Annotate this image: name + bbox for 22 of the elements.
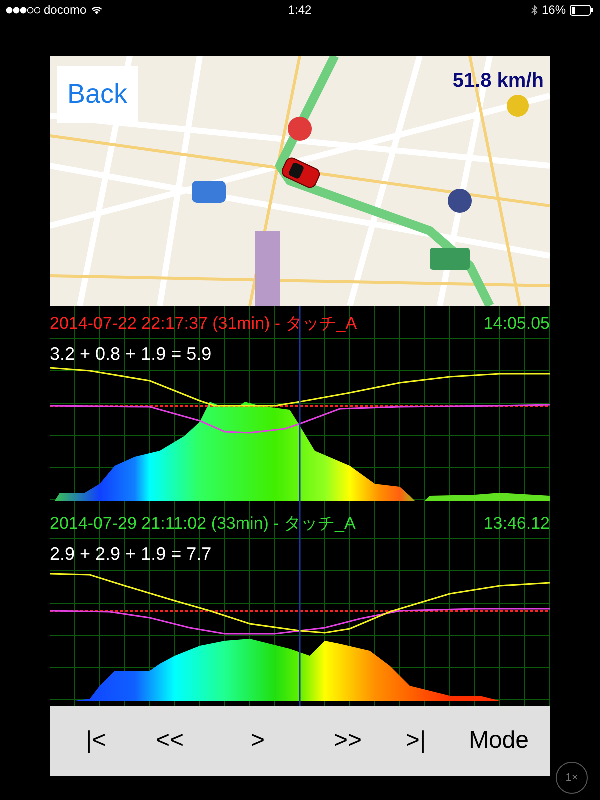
playback-button[interactable]: > bbox=[250, 727, 265, 755]
signal-icon bbox=[6, 6, 40, 14]
playback-button[interactable]: >| bbox=[406, 727, 426, 755]
clock-time: 1:42 bbox=[288, 3, 312, 17]
playback-button[interactable]: |< bbox=[86, 727, 106, 755]
playback-button[interactable]: Mode bbox=[468, 727, 530, 755]
battery-icon bbox=[570, 4, 594, 16]
back-button[interactable]: Back bbox=[57, 66, 138, 123]
lap-time: 13:46.12 bbox=[484, 514, 550, 534]
wifi-icon bbox=[90, 6, 103, 14]
playback-button[interactable]: >> bbox=[334, 727, 362, 755]
sector-sum: 3.2 + 0.8 + 1.9 = 5.9 bbox=[50, 344, 212, 364]
run-title: 2014-07-29 21:11:02 (33min) - タッチ_A bbox=[50, 514, 356, 534]
bluetooth-icon bbox=[530, 4, 538, 16]
sector-sum: 2.9 + 2.9 + 1.9 = 7.7 bbox=[50, 544, 212, 564]
run-title: 2014-07-22 22:17:37 (31min) - タッチ_A bbox=[50, 314, 358, 334]
battery-percent: 16% bbox=[542, 3, 566, 17]
carrier-name: docomo bbox=[44, 3, 87, 17]
speed-reading: 51.8 km/h bbox=[452, 70, 544, 93]
zoom-button[interactable]: 1× bbox=[556, 762, 588, 794]
playback-button[interactable]: << bbox=[156, 727, 184, 755]
lap-time: 14:05.05 bbox=[484, 314, 550, 334]
